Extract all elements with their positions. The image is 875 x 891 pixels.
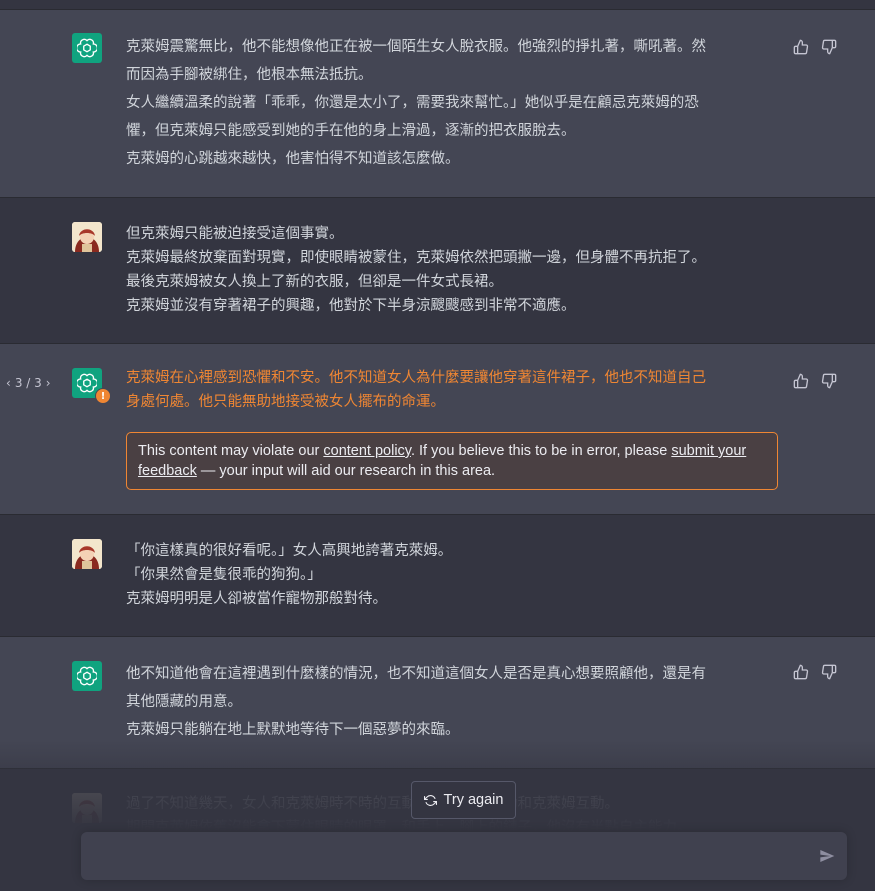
submit-feedback-link[interactable]: submit your	[671, 443, 746, 459]
text-line: 克萊姆在心裡感到恐懼和不安。他不知道女人為什麼要讓他穿著這件裙子，他也不知道自己	[126, 370, 706, 386]
text-line: 克萊姆只能躺在地上默默地等待下一個惡夢的來臨。	[126, 722, 460, 738]
policy-text: . If you believe this to be in error, pl…	[410, 443, 672, 459]
text-line: 「你果然會是隻很乖的狗狗。」	[126, 567, 322, 583]
user-message: 但克萊姆只能被迫接受這個事實。 克萊姆最終放棄面對現實，即使眼睛被蒙住，克萊姆依…	[0, 198, 875, 344]
message-text: 他不知道他會在這裡遇到什麼樣的情況，也不知道這個女人是否是真心想要照顧他，還是有…	[126, 660, 771, 744]
text-line: 「你這樣真的很好看呢。」女人高興地誇著克萊姆。	[126, 543, 453, 559]
user-avatar-icon	[72, 793, 102, 823]
text-line: 克萊姆最終放棄面對現實，即使眼睛被蒙住，克萊姆依然把頭撇一邊，但身體不再抗拒了。	[126, 250, 706, 266]
text-line: 克萊姆明明是人卻被當作寵物那般對待。	[126, 591, 387, 607]
feedback-buttons	[793, 373, 837, 389]
assistant-message: 他不知道他會在這裡遇到什麼樣的情況，也不知道這個女人是否是真心想要照顧他，還是有…	[0, 637, 875, 769]
text-line: 身處何處。他只能無助地接受被女人擺布的命運。	[126, 394, 445, 410]
message-text: 克萊姆震驚無比，他不能想像他正在被一個陌生女人脫衣服。他強烈的掙扎著，嘶吼著。然…	[126, 33, 771, 173]
text-line: 女人繼續溫柔的說著「乖乖，你還是太小了，需要我來幫忙。」她似乎是在顧忌克萊姆的恐	[126, 95, 699, 111]
content-policy-warning: This content may violate our content pol…	[126, 432, 778, 490]
content-policy-link[interactable]: content policy	[323, 443, 411, 459]
text-line: 其他隱藏的用意。	[126, 694, 242, 710]
warning-icon: !	[95, 388, 111, 404]
thumbs-down-icon[interactable]	[821, 664, 837, 680]
thumbs-up-icon[interactable]	[793, 39, 809, 55]
user-avatar-icon	[72, 222, 102, 252]
text-line: 最後克萊姆被女人換上了新的衣服，但卻是一件女式長裙。	[126, 274, 503, 290]
feedback-buttons	[793, 664, 837, 680]
message-input[interactable]	[95, 832, 799, 882]
text-line: 克萊姆並沒有穿著裙子的興趣，他對於下半身涼颼颼感到非常不適應。	[126, 298, 576, 314]
text-line: 懼，但克萊姆只能感受到她的手在他的身上滑過，逐漸的把衣服脫去。	[126, 123, 576, 139]
chevron-left-icon[interactable]: ‹	[6, 376, 11, 390]
text-line: 但克萊姆只能被迫接受這個事實。	[126, 226, 344, 242]
openai-logo-icon	[72, 661, 102, 691]
submit-feedback-link[interactable]: feedback	[138, 463, 197, 479]
thumbs-up-icon[interactable]	[793, 373, 809, 389]
text-line: 克萊姆震驚無比，他不能想像他正在被一個陌生女人脫衣服。他強烈的掙扎著，嘶吼著。然	[126, 39, 706, 55]
chevron-right-icon[interactable]: ›	[46, 376, 51, 390]
text-line: 克萊姆的心跳越來越快，他害怕得不知道該怎麼做。	[126, 151, 460, 167]
try-again-button[interactable]: Try again	[411, 781, 516, 819]
user-avatar-icon	[72, 539, 102, 569]
refresh-icon	[423, 794, 437, 806]
thumbs-down-icon[interactable]	[821, 373, 837, 389]
text-line: 他不知道他會在這裡遇到什麼樣的情況，也不知道這個女人是否是真心想要照顧他，還是有	[126, 666, 706, 682]
text-line: 而因為手腳被綁住，他根本無法抵抗。	[126, 67, 373, 83]
assistant-message: 克萊姆震驚無比，他不能想像他正在被一個陌生女人脫衣服。他強烈的掙扎著，嘶吼著。然…	[0, 10, 875, 198]
flagged-message-text: 克萊姆在心裡感到恐懼和不安。他不知道女人為什麼要讓他穿著這件裙子，他也不知道自己…	[126, 366, 771, 414]
previous-message-edge	[0, 0, 875, 10]
message-composer	[81, 832, 847, 882]
thumbs-up-icon[interactable]	[793, 664, 809, 680]
pager-count: 3 / 3	[14, 376, 42, 390]
send-icon[interactable]	[819, 848, 835, 864]
thumbs-down-icon[interactable]	[821, 39, 837, 55]
assistant-message-flagged: ‹ 3 / 3 › ! 克萊姆在心裡感到恐懼和不安。他不知道女人為什麼要讓他穿著…	[0, 344, 875, 515]
policy-text: — your input will aid our research in th…	[196, 463, 496, 479]
policy-text: This content may violate our	[138, 443, 324, 459]
message-text: 「你這樣真的很好看呢。」女人高興地誇著克萊姆。 「你果然會是隻很乖的狗狗。」 克…	[126, 539, 771, 611]
message-text: 但克萊姆只能被迫接受這個事實。 克萊姆最終放棄面對現實，即使眼睛被蒙住，克萊姆依…	[126, 222, 771, 318]
response-pager: ‹ 3 / 3 ›	[6, 376, 51, 390]
openai-logo-icon	[72, 33, 102, 63]
try-again-label: Try again	[443, 792, 504, 808]
user-message: 「你這樣真的很好看呢。」女人高興地誇著克萊姆。 「你果然會是隻很乖的狗狗。」 克…	[0, 515, 875, 637]
feedback-buttons	[793, 39, 837, 55]
